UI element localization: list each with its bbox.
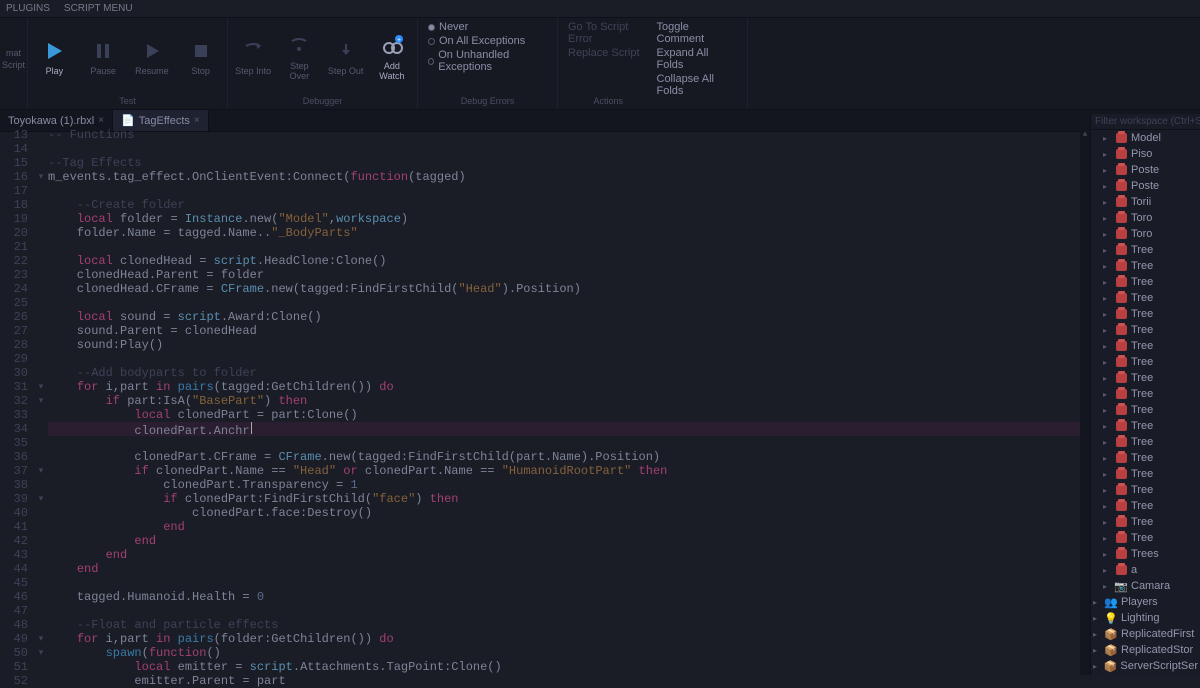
addwatch-button[interactable]: +Add Watch [373,20,411,94]
act-toggle[interactable]: Toggle Comment [653,20,742,46]
explorer-item[interactable]: ▸Toro [1091,226,1200,242]
explorer-item[interactable]: ▸Tree [1091,418,1200,434]
explorer-item[interactable]: ▸Tree [1091,370,1200,386]
explorer-item[interactable]: ▸Torii [1091,194,1200,210]
pause-icon [90,38,116,64]
close-icon[interactable]: × [98,115,104,126]
menu-scriptmenu[interactable]: SCRIPT MENU [64,3,133,14]
ribbon-test-group: Play Pause Resume Stop Test [28,18,228,109]
explorer-item[interactable]: ▸Tree [1091,274,1200,290]
act-expand[interactable]: Expand All Folds [653,46,742,72]
explorer-item[interactable]: ▸Trees [1091,546,1200,562]
explorer-item[interactable]: ▸a [1091,562,1200,578]
ribbon-test-label: Test [34,94,221,107]
ribbon: matScript Play Pause Resume Stop Test St… [0,18,1200,110]
explorer-item[interactable]: ▸Poste [1091,162,1200,178]
stop-icon [188,38,214,64]
explorer-item[interactable]: ▸Tree [1091,386,1200,402]
explorer-item[interactable]: ▸📦ReplicatedStor [1091,642,1200,658]
explorer-item[interactable]: ▸💡Lighting [1091,610,1200,626]
explorer-item[interactable]: ▸Tree [1091,466,1200,482]
explorer-item[interactable]: ▸Tree [1091,434,1200,450]
act-collapse[interactable]: Collapse All Folds [653,72,742,98]
code-editor[interactable]: 1314151617181920212223242526272829303132… [0,128,1090,675]
explorer-item[interactable]: ▸Tree [1091,482,1200,498]
err-unhandled[interactable]: On Unhandled Exceptions [424,48,551,74]
explorer-item[interactable]: ▸Tree [1091,290,1200,306]
explorer-item[interactable]: ▸Toro [1091,210,1200,226]
explorer-item[interactable]: ▸Tree [1091,402,1200,418]
explorer-item[interactable]: ▸📦ReplicatedFirst [1091,626,1200,642]
err-all[interactable]: On All Exceptions [424,34,551,48]
act-replace: Replace Script [564,46,653,60]
play-button[interactable]: Play [34,20,75,94]
explorer-item[interactable]: ▸Tree [1091,530,1200,546]
close-icon[interactable]: × [194,115,200,126]
act-goto: Go To Script Error [564,20,653,46]
ribbon-errors-group: Never On All Exceptions On Unhandled Exc… [418,18,558,109]
addwatch-icon: + [379,33,405,59]
script-icon: 📄 [121,114,135,127]
stepinto-button[interactable]: Step Into [234,20,272,94]
stepout-icon [333,38,359,64]
resume-button[interactable]: Resume [132,20,173,94]
stepover-icon [286,33,312,59]
svg-text:+: + [397,37,401,44]
explorer-item[interactable]: ▸Tree [1091,498,1200,514]
explorer-item[interactable]: ▸Model [1091,130,1200,146]
radio-on-icon [428,24,435,31]
fold-gutter[interactable]: ▾▾▾▾▾▾▾ [34,128,48,675]
ribbon-debugger-label: Debugger [234,94,411,107]
line-gutter: 1314151617181920212223242526272829303132… [0,128,34,675]
ribbon-actions-label: Actions [564,94,653,107]
explorer-item[interactable]: ▸Tree [1091,354,1200,370]
radio-icon [428,58,434,65]
stepout-button[interactable]: Step Out [327,20,365,94]
menu-plugins[interactable]: PLUGINS [6,3,50,14]
explorer-item[interactable]: ▸Poste [1091,178,1200,194]
stepover-button[interactable]: Step Over [280,20,318,94]
ribbon-actions-group: Go To Script Error Replace Script Action… [558,18,748,109]
ribbon-errors-label: Debug Errors [424,94,551,107]
explorer-item[interactable]: ▸Tree [1091,322,1200,338]
explorer-item[interactable]: ▸Tree [1091,242,1200,258]
ribbon-debugger-group: Step Into Step Over Step Out +Add Watch … [228,18,418,109]
explorer-item[interactable]: ▸👥Players [1091,594,1200,610]
format-button[interactable]: matScript [6,20,21,70]
explorer-item[interactable]: ▸Tree [1091,258,1200,274]
pause-button[interactable]: Pause [83,20,124,94]
stepinto-icon [240,38,266,64]
scrollbar[interactable]: ▲ [1080,128,1090,675]
menu-bar: PLUGINS SCRIPT MENU [0,0,1200,18]
play-icon [41,38,67,64]
ribbon-format-group: matScript [0,18,28,109]
explorer-filter[interactable]: Filter workspace (Ctrl+Sh [1091,114,1200,130]
stop-button[interactable]: Stop [180,20,221,94]
explorer-item[interactable]: ▸📦ServerScriptSer [1091,658,1200,674]
radio-icon [428,38,435,45]
explorer-panel: Filter workspace (Ctrl+Sh ▸Model▸Piso▸Po… [1090,114,1200,675]
explorer-item[interactable]: ▸Tree [1091,306,1200,322]
explorer-item[interactable]: ▸📷Camara [1091,578,1200,594]
explorer-item[interactable]: ▸Tree [1091,514,1200,530]
scroll-up-icon[interactable]: ▲ [1080,128,1090,138]
explorer-item[interactable]: ▸Tree [1091,338,1200,354]
explorer-item[interactable]: ▸Piso [1091,146,1200,162]
err-never[interactable]: Never [424,20,551,34]
explorer-item[interactable]: ▸Tree [1091,450,1200,466]
resume-icon [139,38,165,64]
